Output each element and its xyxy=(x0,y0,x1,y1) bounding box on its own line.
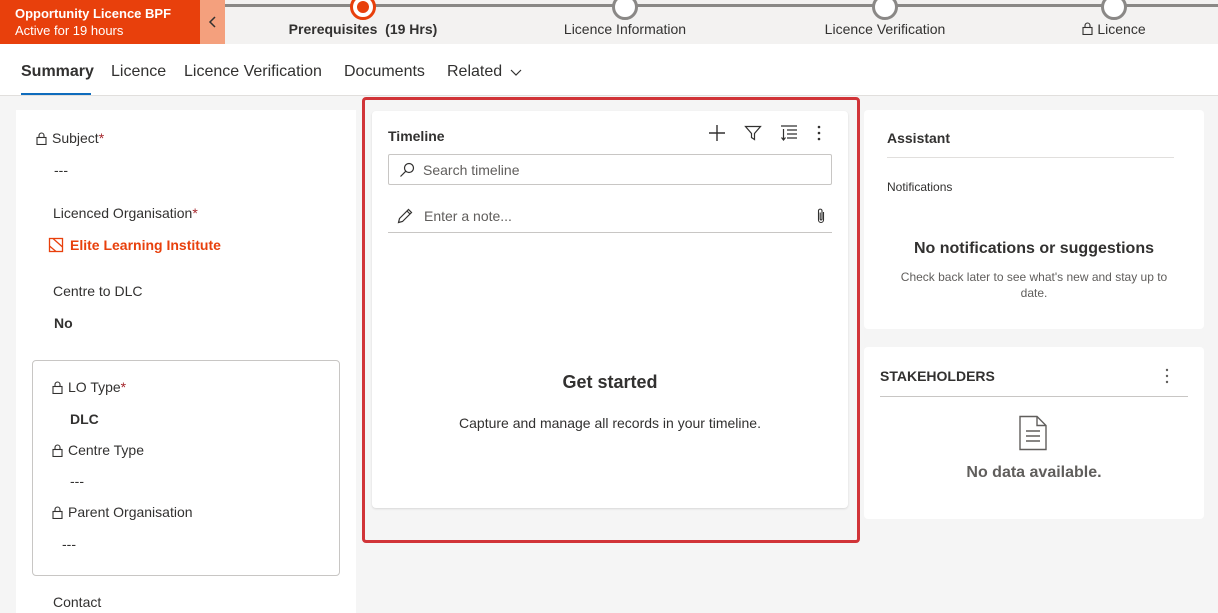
active-tab-indicator xyxy=(21,93,91,95)
stage-label: Licence Information xyxy=(563,21,687,37)
lo-type-label: LO Type * xyxy=(52,379,126,395)
account-icon xyxy=(48,237,64,253)
stage-duration: (19 Hrs) xyxy=(385,21,438,37)
assistant-divider xyxy=(887,157,1174,158)
contact-label: Contact xyxy=(53,594,102,610)
bpf-status: Active for 19 hours xyxy=(15,23,124,38)
timeline-search xyxy=(388,154,832,185)
summary-form-section: Subject * --- Licenced Organisation * Elit… xyxy=(16,110,356,613)
lock-icon xyxy=(52,443,63,457)
lo-details-section: LO Type * DLC Centre Type --- Parent Orga… xyxy=(32,360,340,576)
assistant-title: Assistant xyxy=(887,130,951,146)
stakeholders-title: STAKEHOLDERS xyxy=(880,368,995,384)
stage-label: Licence xyxy=(1054,21,1174,37)
subject-label: Subject * xyxy=(36,130,104,146)
form-tabs: Summary Licence Licence Verification Doc… xyxy=(0,44,1218,96)
stage-active-dot xyxy=(350,0,376,20)
more-options-icon[interactable] xyxy=(816,124,822,142)
lock-icon xyxy=(52,505,63,519)
filter-icon[interactable] xyxy=(744,124,762,142)
more-options-icon[interactable] xyxy=(1164,367,1170,385)
stage-prerequisites[interactable]: Prerequisites (19 Hrs) xyxy=(283,0,443,44)
stage-licence-information[interactable]: Licence Information xyxy=(545,0,705,44)
stage-licence[interactable]: Licence xyxy=(1054,0,1174,44)
centre-to-dlc-label: Centre to DLC xyxy=(53,283,143,299)
stage-dot xyxy=(872,0,898,20)
parent-organisation-label: Parent Organisation xyxy=(52,504,193,520)
timeline-empty-subtitle: Capture and manage all records in your t… xyxy=(459,415,761,431)
pencil-icon xyxy=(397,208,413,223)
stakeholders-panel: STAKEHOLDERS No data available. xyxy=(864,347,1204,519)
licenced-organisation-label: Licenced Organisation * xyxy=(53,205,198,221)
tab-related-label: Related xyxy=(447,63,503,80)
business-process-flow: Opportunity Licence BPF Active for 19 ho… xyxy=(0,0,1218,44)
tab-related[interactable]: Related xyxy=(447,63,523,81)
stage-label: Prerequisites (19 Hrs) xyxy=(288,21,438,37)
lock-icon xyxy=(52,380,63,394)
parent-organisation-value[interactable]: --- xyxy=(62,536,76,552)
lock-icon xyxy=(36,131,47,145)
chevron-left-icon xyxy=(208,16,216,28)
tab-documents[interactable]: Documents xyxy=(344,63,425,81)
tab-summary[interactable]: Summary xyxy=(21,63,94,81)
bpf-title-tag[interactable]: Opportunity Licence BPF Active for 19 ho… xyxy=(0,0,200,44)
timeline-note-composer xyxy=(388,199,832,233)
licenced-organisation-link[interactable]: Elite Learning Institute xyxy=(48,237,221,253)
bpf-title: Opportunity Licence BPF xyxy=(15,6,172,21)
stage-dot xyxy=(1101,0,1127,20)
timeline-title: Timeline xyxy=(388,128,445,144)
centre-to-dlc-value[interactable]: No xyxy=(54,315,73,331)
stakeholders-divider xyxy=(880,396,1188,397)
timeline-search-input[interactable] xyxy=(423,161,803,178)
timeline-panel: Timeline Get started Capture and manage … xyxy=(372,111,848,508)
tab-licence[interactable]: Licence xyxy=(111,63,166,81)
centre-type-value[interactable]: --- xyxy=(70,473,84,489)
centre-type-label: Centre Type xyxy=(52,442,144,458)
document-icon xyxy=(1019,415,1047,451)
tab-licence-verification[interactable]: Licence Verification xyxy=(184,63,322,81)
chevron-down-icon xyxy=(510,69,522,76)
notifications-label: Notifications xyxy=(887,180,953,194)
stage-label: Licence Verification xyxy=(824,21,946,37)
stakeholders-empty: No data available. xyxy=(966,464,1102,481)
lock-icon xyxy=(1082,22,1093,36)
subject-value[interactable]: --- xyxy=(54,162,68,178)
stage-licence-verification[interactable]: Licence Verification xyxy=(805,0,965,44)
attachment-icon[interactable] xyxy=(816,207,826,225)
timeline-empty-title: Get started xyxy=(562,372,658,392)
bpf-collapse-button[interactable] xyxy=(200,0,225,44)
add-icon[interactable] xyxy=(708,124,726,142)
lo-type-value[interactable]: DLC xyxy=(70,411,99,427)
assistant-panel: Assistant Notifications No notifications… xyxy=(864,110,1204,329)
timeline-toolbar xyxy=(708,124,822,142)
sort-icon[interactable] xyxy=(780,124,798,142)
note-input[interactable] xyxy=(424,207,804,224)
stage-dot xyxy=(612,0,638,20)
assistant-empty-subtitle: Check back later to see what's new and s… xyxy=(900,270,1168,300)
search-icon xyxy=(400,162,415,177)
assistant-empty-title: No notifications or suggestions xyxy=(913,240,1154,257)
